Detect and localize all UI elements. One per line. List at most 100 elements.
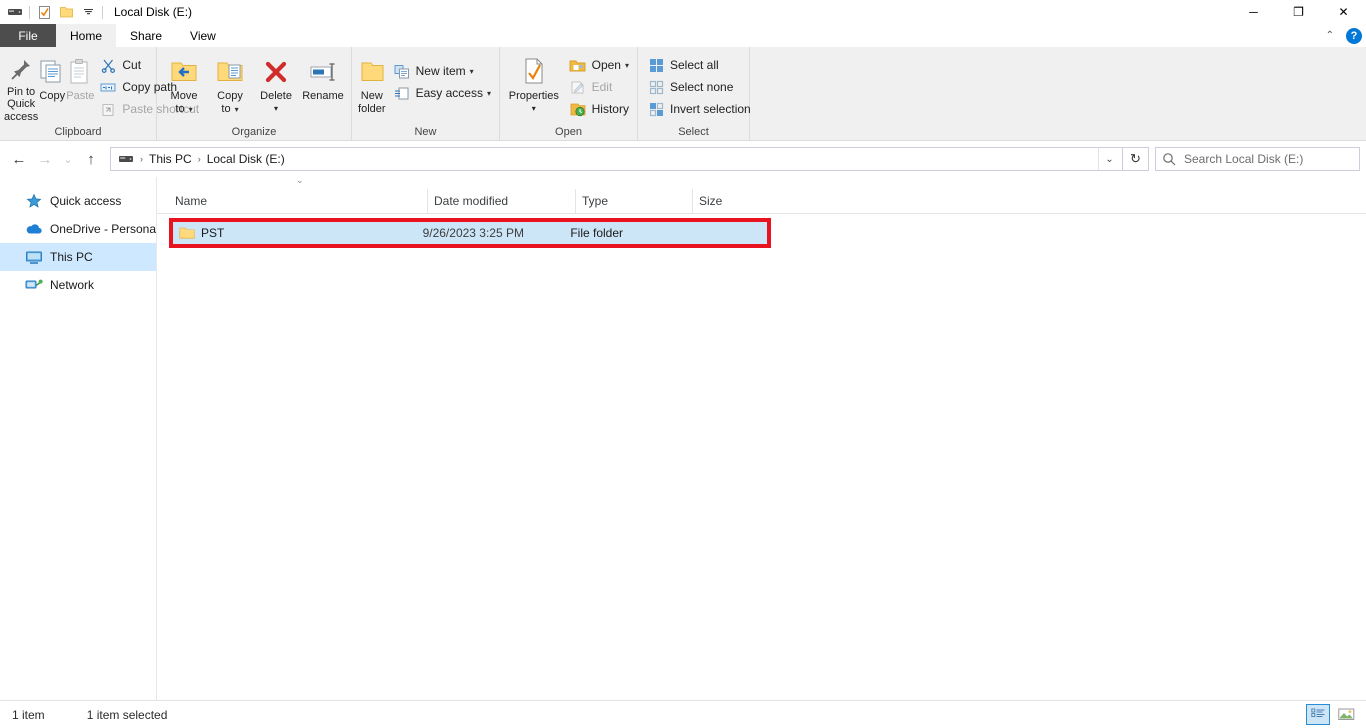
help-icon[interactable]: ?	[1346, 27, 1362, 44]
move-to-button[interactable]: Move to ▾	[161, 51, 207, 123]
new-folder-button[interactable]: New folder	[356, 51, 388, 123]
tab-home[interactable]: Home	[56, 24, 117, 47]
close-button[interactable]: ✕	[1321, 0, 1366, 24]
address-bar[interactable]: › This PC › Local Disk (E:) ⌄	[110, 147, 1123, 171]
file-name-text: PST	[201, 226, 225, 240]
pin-to-quick-access-button[interactable]: Pin to Quick access	[4, 51, 38, 123]
ribbon-group-label-new: New	[414, 125, 437, 138]
copy-button[interactable]: Copy	[38, 51, 66, 123]
maximize-button[interactable]: ❐	[1276, 0, 1321, 24]
star-icon	[24, 192, 44, 210]
breadcrumb-this-pc[interactable]: This PC	[144, 149, 197, 169]
tab-share[interactable]: Share	[116, 24, 176, 47]
column-header-name[interactable]: Name	[175, 189, 427, 214]
navigation-bar: ← → ⌄ ↑ › This PC › Local Disk (E:) ⌄ ↻ …	[0, 141, 1366, 177]
invert-selection-button[interactable]: Invert selection	[642, 98, 755, 120]
sidebar-item-network[interactable]: Network	[0, 271, 156, 299]
copy-icon	[38, 55, 66, 89]
move-to-caret-icon[interactable]: ▾	[189, 105, 193, 114]
folder-icon	[179, 226, 195, 240]
status-item-count: 1 item	[12, 707, 45, 722]
copy-path-icon	[98, 79, 118, 95]
new-folder-label-2: folder	[358, 103, 386, 115]
properties-check-icon[interactable]	[33, 2, 55, 22]
new-small-buttons: New item ▾ Easy access ▾	[388, 51, 495, 104]
sidebar-item-this-pc[interactable]: This PC	[0, 243, 156, 271]
new-item-caret-icon[interactable]: ▾	[470, 67, 474, 76]
new-item-button[interactable]: New item ▾	[388, 60, 495, 82]
history-button[interactable]: History	[564, 98, 633, 120]
select-none-button[interactable]: Select none	[642, 76, 755, 98]
refresh-button[interactable]: ↻	[1123, 147, 1149, 171]
window-controls: ─ ❐ ✕	[1231, 0, 1366, 24]
pin-to-quick-access-label-1: Pin to Quick	[7, 86, 36, 110]
qat-separator-1	[29, 5, 30, 19]
minimize-button[interactable]: ─	[1231, 0, 1276, 24]
open-small-buttons: Open ▾ Edit History	[564, 51, 633, 120]
main-body: Quick access OneDrive - Persona This PC	[0, 175, 1366, 700]
copy-label: Copy	[39, 90, 66, 102]
edit-button[interactable]: Edit	[564, 76, 633, 98]
history-label: History	[591, 102, 629, 116]
qat-dropdown-icon[interactable]	[77, 2, 99, 22]
ribbon-group-label-organize: Organize	[231, 125, 277, 138]
properties-button[interactable]: Properties ▾	[504, 51, 564, 123]
delete-caret-icon[interactable]: ▾	[274, 103, 278, 115]
address-dropdown-icon[interactable]: ⌄	[1098, 148, 1120, 170]
navigation-pane: Quick access OneDrive - Persona This PC	[0, 177, 157, 700]
sidebar-label-this-pc: This PC	[50, 250, 93, 264]
up-button[interactable]: ↑	[78, 146, 104, 172]
large-icons-view-button[interactable]	[1334, 704, 1358, 725]
collapse-ribbon-icon[interactable]: ⌃	[1322, 30, 1338, 41]
copy-to-caret-icon[interactable]: ▾	[235, 105, 239, 114]
rename-button[interactable]: Rename	[299, 51, 347, 123]
sidebar-label-onedrive: OneDrive - Persona	[49, 222, 156, 236]
window-title: Local Disk (E:)	[114, 5, 193, 19]
open-button[interactable]: Open ▾	[564, 54, 633, 76]
invert-selection-icon	[646, 101, 666, 117]
edit-icon	[568, 79, 588, 95]
new-item-icon	[392, 63, 412, 79]
open-caret-icon[interactable]: ▾	[625, 61, 629, 70]
copy-to-label-2: to ▾	[221, 103, 239, 115]
ribbon-tab-right-controls: ⌃ ?	[1322, 24, 1362, 47]
move-to-label-1: Move	[170, 90, 198, 102]
properties-caret-icon[interactable]: ▾	[532, 103, 536, 115]
easy-access-button[interactable]: Easy access ▾	[388, 82, 495, 104]
table-row[interactable]: PST 9/26/2023 3:25 PM File folder	[173, 222, 767, 244]
select-none-label: Select none	[670, 80, 734, 94]
cloud-icon	[24, 220, 44, 238]
column-header-type[interactable]: Type	[575, 188, 692, 214]
column-header-row: Name Date modified Type Size	[157, 188, 1366, 214]
sidebar-item-quick-access[interactable]: Quick access	[0, 187, 156, 215]
paste-button[interactable]: Paste	[66, 51, 94, 123]
forward-button[interactable]: →	[32, 146, 58, 172]
tab-view[interactable]: View	[176, 24, 230, 47]
search-box[interactable]: Search Local Disk (E:)	[1155, 147, 1360, 171]
sort-chevron-icon[interactable]: ⌄	[296, 175, 304, 186]
breadcrumb-local-disk[interactable]: Local Disk (E:)	[202, 149, 290, 169]
sidebar-item-onedrive[interactable]: OneDrive - Persona	[0, 215, 156, 243]
quick-access-toolbar	[0, 2, 106, 22]
tab-file[interactable]: File	[0, 24, 56, 47]
breadcrumb-drive-icon[interactable]	[113, 149, 139, 169]
copy-to-button[interactable]: Copy to ▾	[207, 51, 253, 123]
select-all-icon	[646, 57, 666, 73]
ribbon-group-organize: Move to ▾ Copy to ▾ Delete ▾ Rename Orga…	[157, 47, 352, 140]
file-list-pane: ⌄ Name Date modified Type Size PST 9/26/…	[157, 175, 1366, 700]
back-button[interactable]: ←	[6, 146, 32, 172]
new-folder-icon[interactable]	[55, 2, 77, 22]
easy-access-caret-icon[interactable]: ▾	[487, 89, 491, 98]
file-name-cell[interactable]: PST	[173, 222, 423, 244]
drive-icon[interactable]	[4, 2, 26, 22]
highlight-box: PST 9/26/2023 3:25 PM File folder	[169, 218, 771, 248]
paste-icon	[67, 55, 93, 89]
recent-locations-icon[interactable]: ⌄	[58, 146, 78, 172]
column-header-date-modified[interactable]: Date modified	[427, 188, 575, 214]
new-item-label: New item	[415, 64, 466, 78]
delete-button[interactable]: Delete ▾	[253, 51, 299, 123]
select-all-button[interactable]: Select all	[642, 54, 755, 76]
column-header-size[interactable]: Size	[692, 188, 772, 214]
delete-x-icon	[263, 55, 289, 89]
details-view-button[interactable]	[1306, 704, 1330, 725]
